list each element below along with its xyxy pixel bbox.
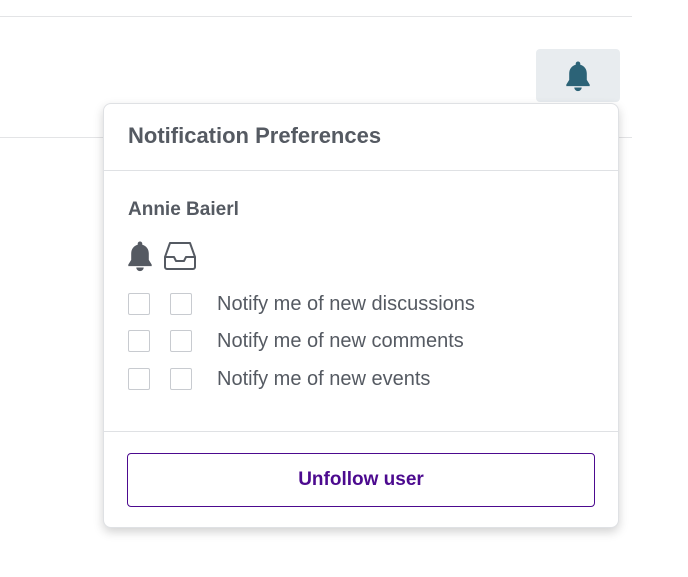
preference-row-events: Notify me of new events <box>128 366 430 392</box>
preference-label-comments: Notify me of new comments <box>217 329 464 352</box>
user-name: Annie Baierl <box>128 199 239 220</box>
page: Notification Preferences Annie Baierl No… <box>0 0 688 577</box>
email-checkbox-events[interactable] <box>170 368 192 390</box>
email-checkbox-comments[interactable] <box>170 330 192 352</box>
popover-body: Annie Baierl Notify me of new discussion… <box>104 171 618 432</box>
preference-row-comments: Notify me of new comments <box>128 328 464 354</box>
popover-footer: Unfollow user <box>104 432 618 527</box>
bell-icon <box>128 241 152 272</box>
popup-checkbox-events[interactable] <box>128 368 150 390</box>
notification-preferences-popover: Notification Preferences Annie Baierl No… <box>103 103 619 528</box>
popover-header: Notification Preferences <box>104 104 618 171</box>
preference-row-discussions: Notify me of new discussions <box>128 291 475 317</box>
column-icons <box>125 240 197 272</box>
preference-label-discussions: Notify me of new discussions <box>217 292 475 315</box>
email-checkbox-discussions[interactable] <box>170 293 192 315</box>
top-divider <box>0 16 632 17</box>
bell-icon <box>566 61 590 91</box>
preference-label-events: Notify me of new events <box>217 367 431 390</box>
notification-bell-button[interactable] <box>536 49 620 102</box>
inbox-icon <box>164 242 196 270</box>
popup-checkbox-comments[interactable] <box>128 330 150 352</box>
popup-checkbox-discussions[interactable] <box>128 293 150 315</box>
popover-title: Notification Preferences <box>128 123 382 148</box>
unfollow-user-button[interactable]: Unfollow user <box>127 453 595 507</box>
